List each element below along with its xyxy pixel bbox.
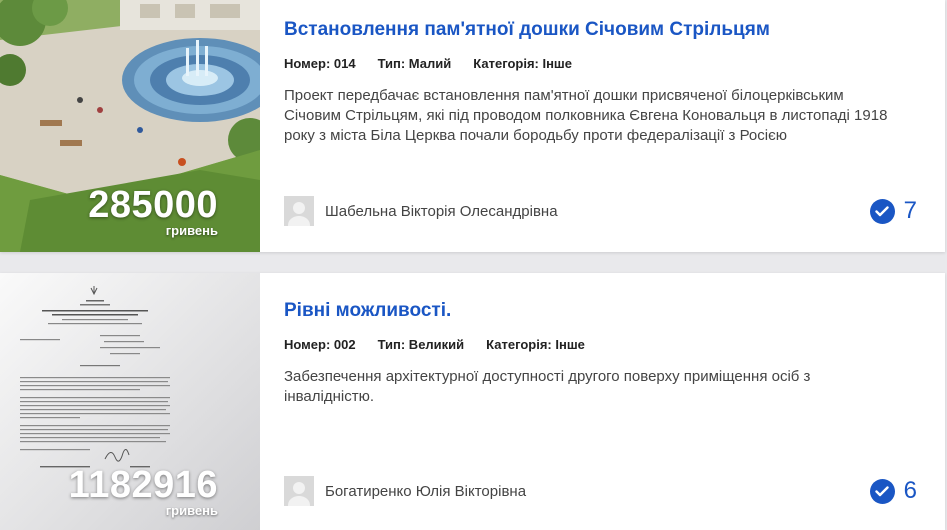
project-author: Шабельна Вікторія Олесандрівна	[284, 196, 921, 226]
project-number: Номер: 002	[284, 337, 356, 352]
check-circle-icon[interactable]	[869, 198, 895, 224]
avatar	[284, 476, 314, 506]
author-name: Шабельна Вікторія Олесандрівна	[325, 202, 558, 220]
project-thumbnail[interactable]: 1182916 гривень	[0, 273, 260, 530]
project-budget-amount: 285000	[88, 184, 218, 226]
vote-count: 6	[903, 477, 917, 504]
user-placeholder-icon	[284, 196, 314, 226]
project-description: Забезпечення архітектурної доступності д…	[284, 368, 811, 405]
project-category: Категорія: Інше	[486, 337, 585, 352]
project-card[interactable]: 1182916 гривень Рівні можливості. Номер:…	[0, 273, 945, 530]
author-name: Богатиренко Юлія Вікторівна	[325, 482, 527, 500]
project-meta: Номер: 014 Тип: Малий Категорія: Інше	[284, 56, 921, 71]
project-budget-currency: гривень	[165, 223, 218, 238]
project-budget-amount: 1182916	[68, 464, 218, 506]
project-description: Проект передбачає встановлення пам'ятної…	[284, 87, 888, 144]
project-author: Богатиренко Юлія Вікторівна	[284, 476, 921, 506]
project-number: Номер: 014	[284, 56, 356, 71]
project-type: Тип: Малий	[377, 56, 452, 71]
project-category: Категорія: Інше	[473, 56, 572, 71]
project-type: Тип: Великий	[377, 337, 465, 352]
avatar	[284, 196, 314, 226]
project-card[interactable]: 285000 гривень Встановлення пам'ятної до…	[0, 0, 945, 252]
project-title-link[interactable]: Рівні можливості.	[284, 300, 921, 322]
vote-counter[interactable]: 7	[869, 197, 917, 225]
check-circle-icon[interactable]	[869, 478, 895, 504]
project-budget-currency: гривень	[165, 503, 218, 518]
project-title-link[interactable]: Встановлення пам'ятної дошки Січовим Стр…	[284, 19, 921, 41]
project-meta: Номер: 002 Тип: Великий Категорія: Інше	[284, 337, 921, 352]
project-thumbnail[interactable]: 285000 гривень	[0, 0, 260, 252]
user-placeholder-icon	[284, 476, 314, 506]
vote-counter[interactable]: 6	[869, 477, 917, 505]
vote-count: 7	[903, 197, 917, 224]
